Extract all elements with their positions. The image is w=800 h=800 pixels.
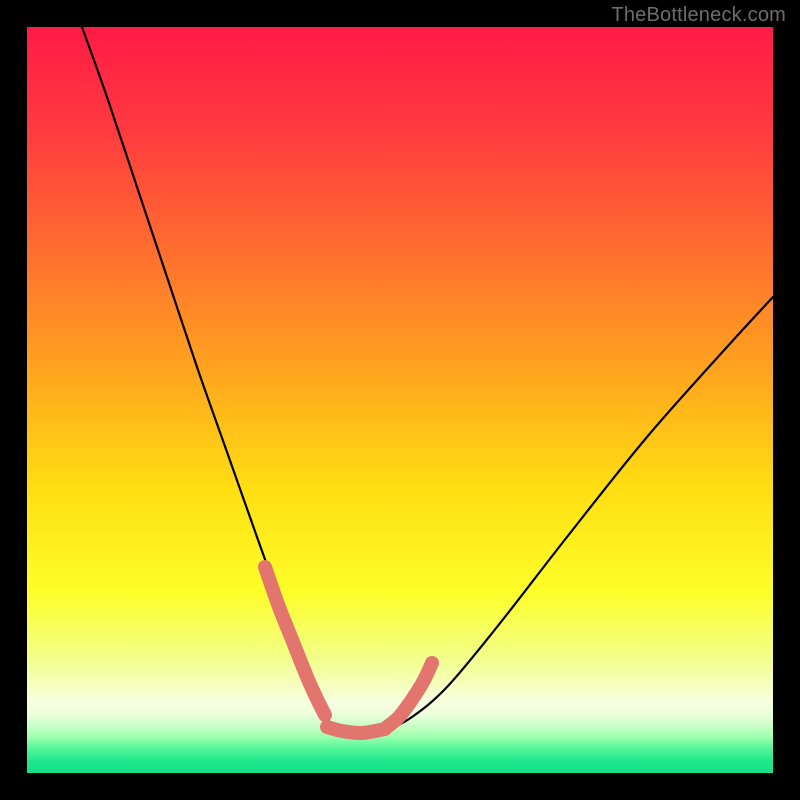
chart-curve-layer xyxy=(27,27,773,773)
watermark-text: TheBottleneck.com xyxy=(611,4,786,27)
plot-area xyxy=(27,27,773,773)
bottleneck-curve xyxy=(82,27,773,732)
overlay-pink-left xyxy=(265,567,325,715)
overlay-pink-bottom xyxy=(327,727,385,733)
outer-frame: TheBottleneck.com xyxy=(0,0,800,800)
